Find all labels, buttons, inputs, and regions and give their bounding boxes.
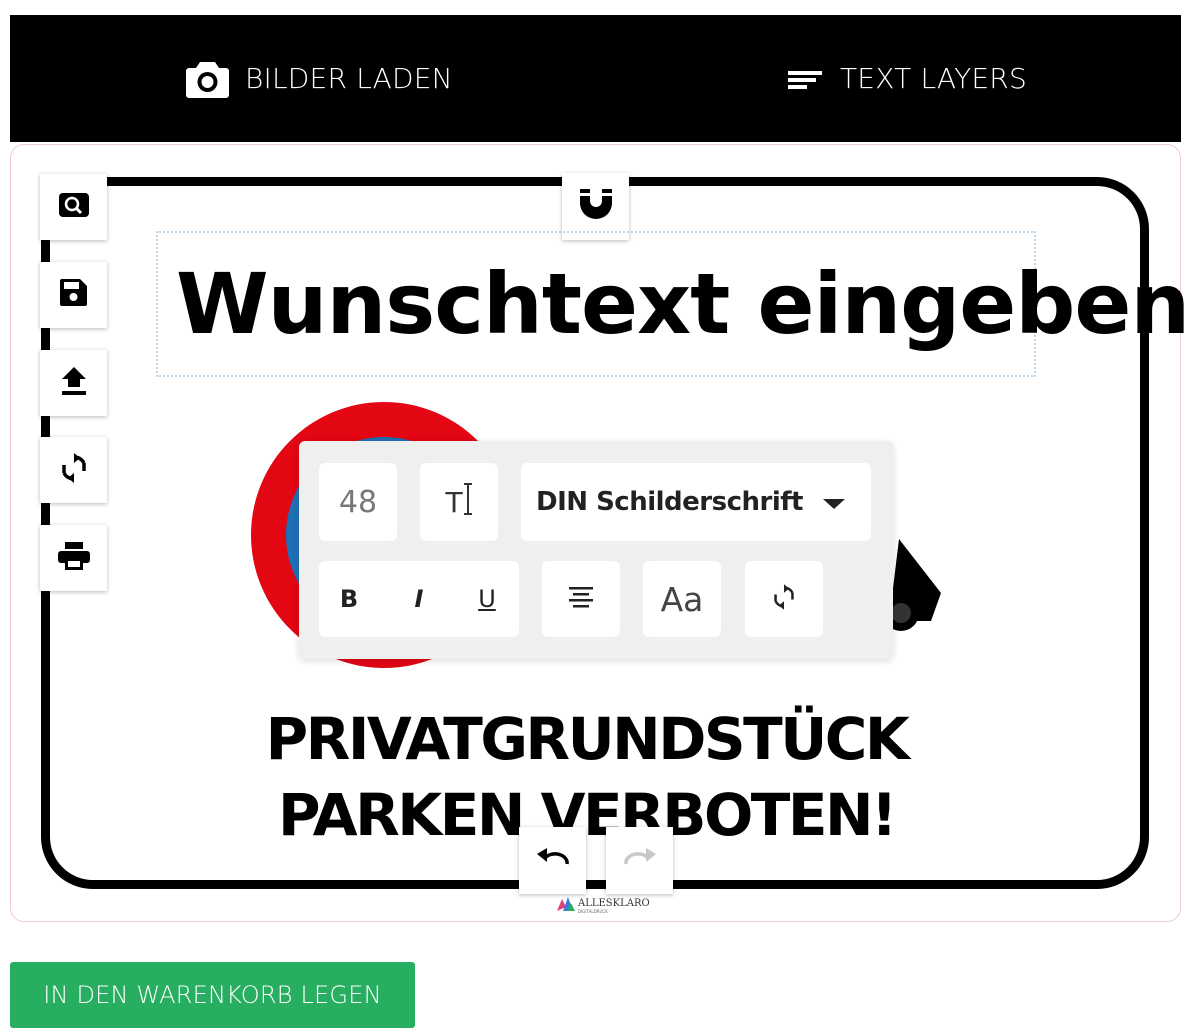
undo-icon <box>536 848 569 873</box>
i-beam-icon <box>463 482 473 522</box>
text-edit-symbol: T <box>445 485 463 519</box>
font-family-value: DIN Schilderschrift <box>536 487 803 517</box>
brand-logo: ALLESKLARO DIGITALDRUCK <box>557 897 650 916</box>
print-button[interactable] <box>40 525 107 591</box>
font-size-input[interactable]: 48 <box>319 463 397 541</box>
snap-button[interactable] <box>562 173 629 240</box>
logo-subtitle: DIGITALDRUCK <box>578 909 608 914</box>
reset-text-button[interactable] <box>745 561 823 637</box>
zoom-icon <box>58 192 89 222</box>
camera-icon <box>186 60 229 98</box>
tab-bilder-laden[interactable]: BILDER LADEN <box>186 15 453 142</box>
italic-button[interactable]: I <box>399 581 439 617</box>
underline-button[interactable]: U <box>467 581 507 617</box>
text-case-button[interactable]: Aa <box>643 561 721 637</box>
text-style-group: B I U <box>319 561 519 637</box>
rotate-icon <box>61 452 87 488</box>
bold-button[interactable]: B <box>329 581 369 617</box>
tab-text-layers[interactable]: TEXT LAYERS <box>788 15 1027 142</box>
redo-button[interactable] <box>606 827 673 894</box>
redo-icon <box>623 848 656 873</box>
save-button[interactable] <box>40 262 107 328</box>
design-canvas[interactable]: Wunschtext eingeben 48 T DIN Schildersch… <box>10 144 1190 922</box>
undo-button[interactable] <box>519 827 586 894</box>
tab-bilder-laden-label: BILDER LADEN <box>245 62 453 95</box>
upload-icon <box>61 366 86 400</box>
text-lines-icon <box>788 69 824 89</box>
text-formatting-toolbar: 48 T DIN Schilderschrift B I U Aa <box>299 441 893 659</box>
save-icon <box>60 279 87 311</box>
zoom-button[interactable] <box>40 174 107 240</box>
chevron-down-icon <box>823 499 845 509</box>
tab-text-layers-label: TEXT LAYERS <box>840 62 1027 95</box>
sign-text-line-1: PRIVATGRUNDSTÜCK <box>265 705 910 773</box>
text-layer-box[interactable]: Wunschtext eingeben <box>156 231 1190 377</box>
text-layer-content[interactable]: Wunschtext eingeben <box>176 255 1190 353</box>
text-edit-button[interactable]: T <box>420 463 498 541</box>
sign-text-line-2: PARKEN VERBOTEN! <box>278 781 897 849</box>
align-button[interactable] <box>542 561 620 637</box>
upload-button[interactable] <box>40 350 107 416</box>
add-to-cart-button[interactable]: IN DEN WARENKORB LEGEN <box>10 962 415 1028</box>
print-icon <box>57 541 90 575</box>
logo-name: ALLESKLARO <box>578 898 650 909</box>
rotate-button[interactable] <box>40 437 107 503</box>
refresh-icon <box>773 583 795 615</box>
align-center-icon <box>569 585 593 614</box>
top-navigation-bar: BILDER LADEN TEXT LAYERS <box>10 15 1181 142</box>
magnet-icon <box>579 189 612 224</box>
font-family-select[interactable]: DIN Schilderschrift <box>521 463 871 541</box>
logo-mark-icon <box>557 897 575 916</box>
